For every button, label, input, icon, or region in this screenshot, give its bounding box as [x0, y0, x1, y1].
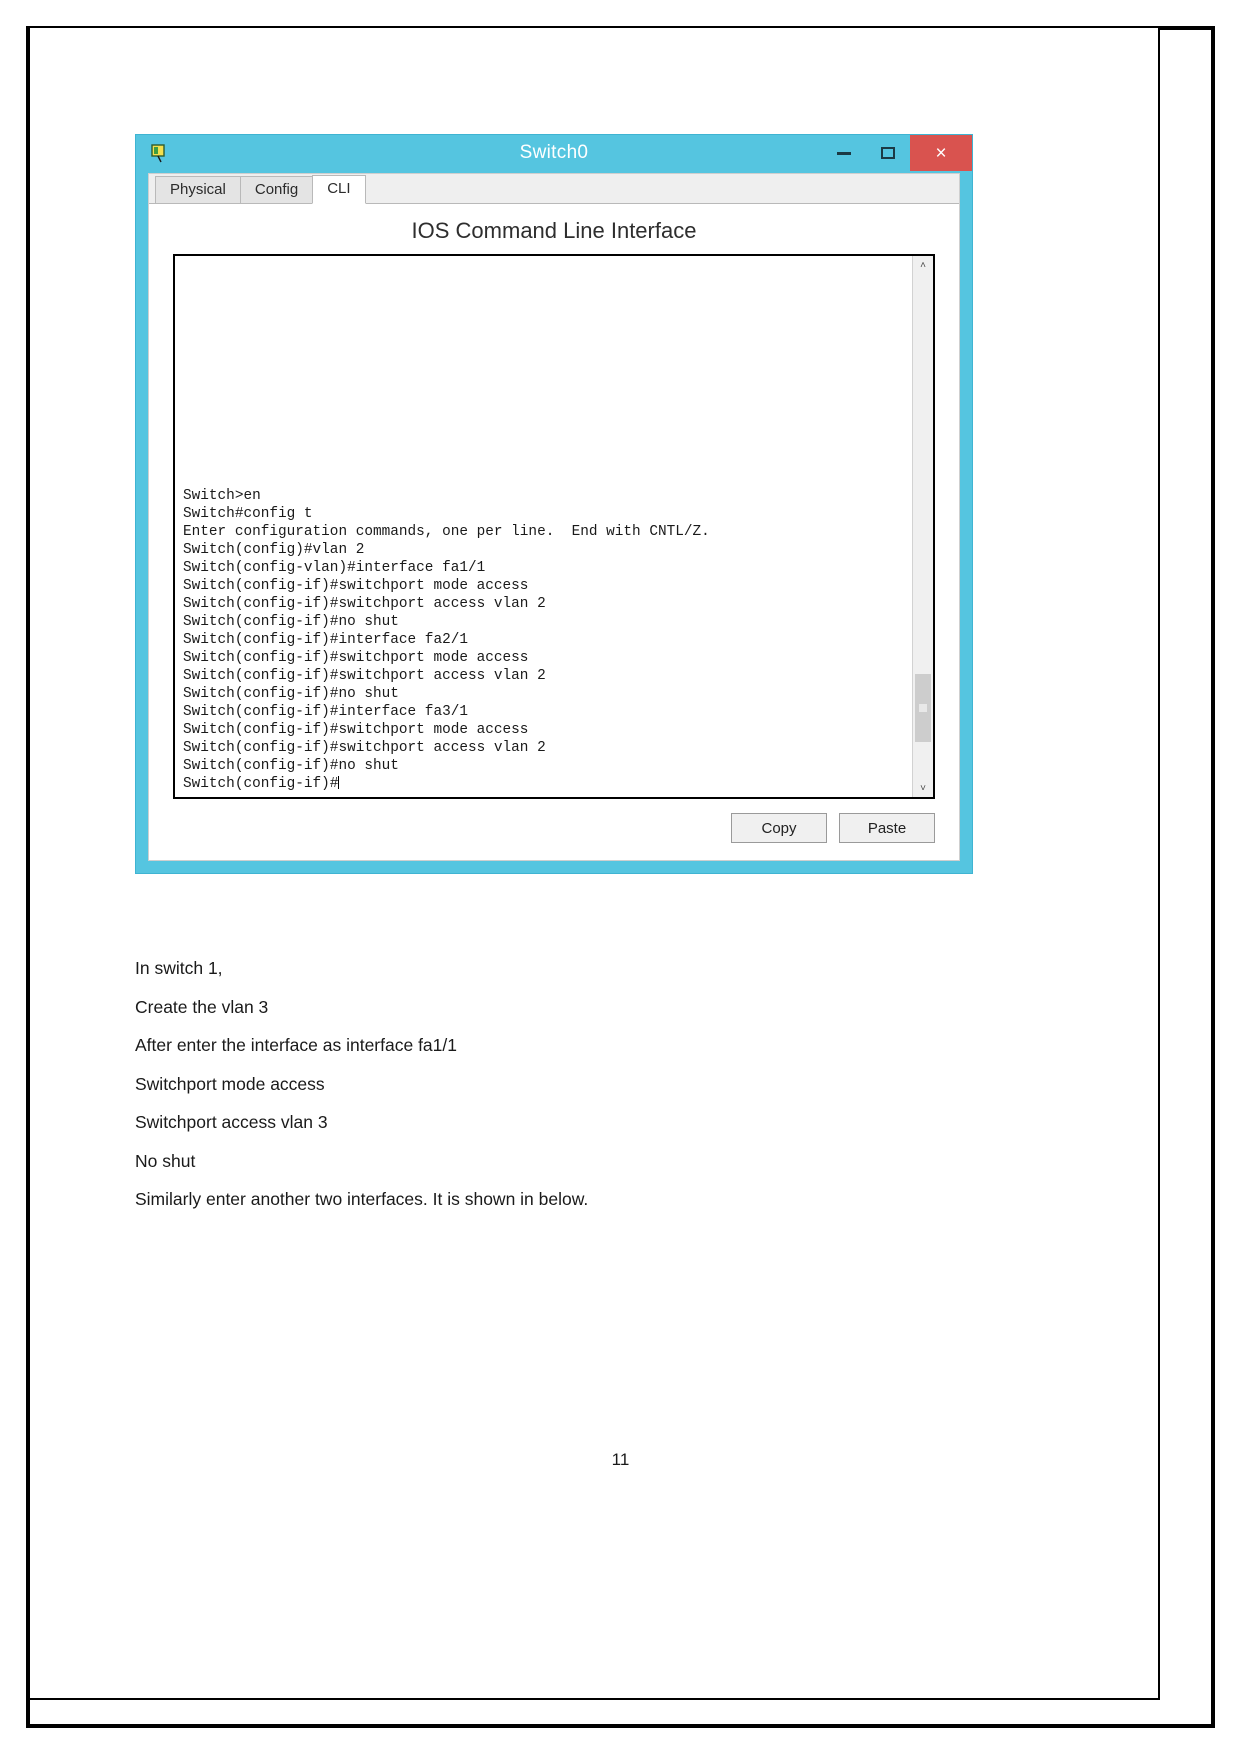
doc-paragraph: No shut — [135, 1150, 196, 1171]
scroll-up-icon[interactable]: ˄ — [913, 256, 933, 274]
scrollbar-thumb[interactable] — [915, 674, 931, 742]
tab-physical[interactable]: Physical — [155, 176, 241, 203]
terminal-line: Switch(config)#vlan 2 — [183, 542, 365, 558]
tab-cli[interactable]: CLI — [312, 175, 366, 204]
terminal-line: Switch(config-if)#no shut — [183, 758, 399, 774]
copy-button[interactable]: Copy — [731, 813, 827, 843]
maximize-button[interactable] — [866, 135, 910, 171]
text-cursor-icon — [338, 776, 340, 789]
terminal-line: Switch(config-if)#switchport mode access — [183, 578, 529, 594]
doc-paragraph: After enter the interface as interface f… — [135, 1035, 457, 1055]
scroll-down-icon[interactable]: ˅ — [913, 779, 933, 797]
doc-paragraph: Create the vlan 3 — [135, 996, 269, 1017]
terminal-line: Switch(config-if)#interface fa3/1 — [183, 704, 468, 720]
switch-cli-window: Switch0 × Physical Config CLI IOS Comman… — [135, 134, 973, 874]
minimize-icon — [837, 151, 851, 155]
terminal-line: Switch#config t — [183, 506, 313, 522]
window-client-area: Physical Config CLI IOS Command Line Int… — [148, 173, 960, 861]
terminal-line: Switch(config-if)#switchport mode access — [183, 722, 529, 738]
doc-paragraph: Switchport mode access — [135, 1073, 325, 1094]
terminal-line: Switch(config-if)#interface fa2/1 — [183, 632, 468, 648]
page-number: 11 — [611, 1450, 630, 1469]
terminal-line: Switch(config-if)#no shut — [183, 614, 399, 630]
window-titlebar: Switch0 × — [136, 135, 972, 171]
terminal-line: Switch>en — [183, 488, 261, 504]
scrollbar-grip — [919, 704, 927, 712]
terminal-button-row: Copy Paste — [173, 813, 935, 843]
close-button[interactable]: × — [910, 135, 972, 171]
window-controls: × — [822, 135, 972, 171]
maximize-icon — [881, 147, 895, 159]
close-icon: × — [935, 142, 947, 164]
doc-paragraph: Similarly enter another two interfaces. … — [135, 1189, 589, 1209]
scrollbar-track[interactable] — [913, 274, 933, 779]
doc-paragraph: In switch 1, — [135, 958, 223, 978]
terminal-line: Switch(config-if)#switchport access vlan… — [183, 740, 546, 756]
tab-config[interactable]: Config — [239, 176, 314, 203]
paste-button[interactable]: Paste — [839, 813, 935, 843]
document-body-text: In switch 1, Create the vlan 3 After ent… — [135, 958, 1055, 1230]
terminal-container: Switch>en Switch#config t Enter configurat… — [173, 254, 935, 799]
terminal-prompt-line: Switch(config-if)# — [183, 776, 340, 792]
terminal-scrollbar[interactable]: ˄ ˅ — [912, 256, 933, 797]
tabstrip: Physical Config CLI — [149, 174, 959, 204]
terminal-output[interactable]: Switch>en Switch#config t Enter configurat… — [175, 256, 912, 797]
terminal-line: Switch(config-if)#no shut — [183, 686, 399, 702]
terminal-line: Switch(config-if)#switchport access vlan… — [183, 596, 546, 612]
terminal-line: Switch(config-vlan)#interface fa1/1 — [183, 560, 486, 576]
cli-heading: IOS Command Line Interface — [411, 218, 697, 243]
terminal-lines: Switch>en Switch#config t Enter configurat… — [183, 487, 906, 793]
terminal-line: Switch(config-if)#switchport mode access — [183, 650, 529, 666]
packet-tracer-device-icon — [148, 142, 170, 164]
terminal-line: Enter configuration commands, one per li… — [183, 524, 710, 540]
terminal-line: Switch(config-if)#switchport access vlan… — [183, 668, 546, 684]
minimize-button[interactable] — [822, 135, 866, 171]
doc-paragraph: Switchport access vlan 3 — [135, 1112, 328, 1132]
